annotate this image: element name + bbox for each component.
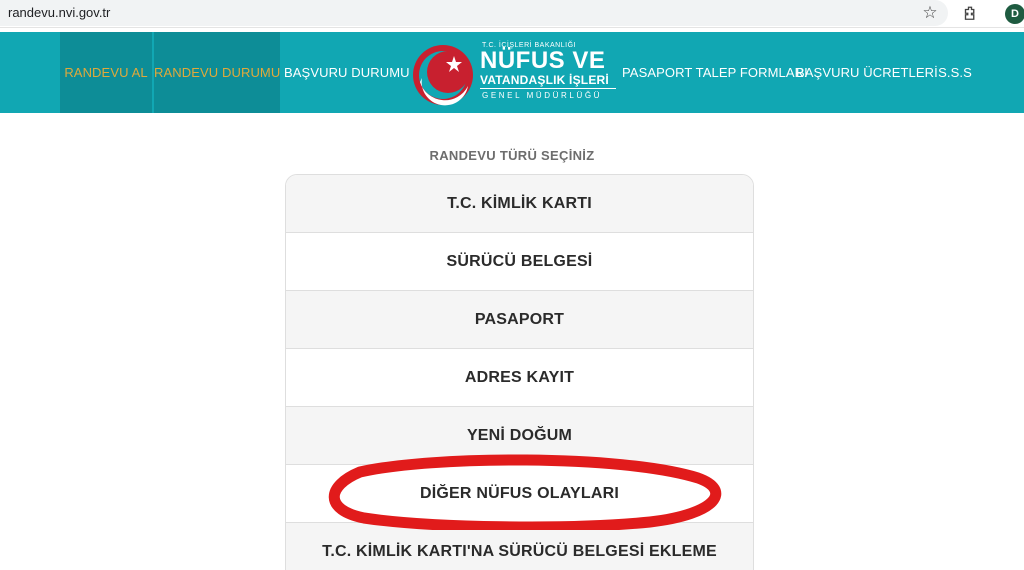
type-pasaport[interactable]: PASAPORT	[286, 291, 753, 349]
nav-basvuru-ucretleri[interactable]: BAŞVURU ÜCRETLERİ	[796, 32, 938, 113]
appointment-type-list: T.C. KİMLİK KARTI SÜRÜCÜ BELGESİ PASAPOR…	[285, 174, 754, 570]
site-header: RANDEVU AL RANDEVU DURUMU BAŞVURU DURUMU…	[0, 32, 1024, 113]
extensions-icon[interactable]	[958, 2, 982, 26]
logo-subtitle: GENEL MÜDÜRLÜĞÜ	[482, 91, 603, 100]
crescent-star-icon	[413, 45, 473, 106]
nav-pasaport-talep-formlari[interactable]: PASAPORT TALEP FORMLARI	[622, 32, 808, 113]
type-diger-nufus-olaylari[interactable]: DİĞER NÜFUS OLAYLARI	[286, 465, 753, 523]
nav-sss[interactable]: S.S.S	[930, 32, 980, 113]
type-kimlik-karti-surucu-belgesi-ekleme[interactable]: T.C. KİMLİK KARTI'NA SÜRÜCÜ BELGESİ EKLE…	[286, 523, 753, 570]
nav-randevu-durumu[interactable]: RANDEVU DURUMU	[154, 32, 280, 113]
logo-name-line2: VATANDAŞLIK İŞLERİ	[480, 73, 609, 87]
nav-basvuru-durumu[interactable]: BAŞVURU DURUMU	[284, 32, 410, 113]
profile-avatar[interactable]: D	[1005, 4, 1024, 24]
type-surucu-belgesi[interactable]: SÜRÜCÜ BELGESİ	[286, 233, 753, 291]
type-kimlik-karti[interactable]: T.C. KİMLİK KARTI	[286, 175, 753, 233]
browser-toolbar: randevu.nvi.gov.tr ☆ D	[0, 0, 1024, 28]
type-adres-kayit[interactable]: ADRES KAYIT	[286, 349, 753, 407]
address-bar[interactable]: randevu.nvi.gov.tr	[0, 0, 948, 26]
logo-name-line1: NÜFUS VE	[480, 47, 606, 74]
nav-randevu-al[interactable]: RANDEVU AL	[60, 32, 152, 113]
url-text[interactable]: randevu.nvi.gov.tr	[8, 5, 110, 20]
logo-divider	[480, 88, 616, 89]
nvi-logo[interactable]: T.C. İÇİŞLERİ BAKANLIĞI NÜFUS VE VATANDA…	[410, 40, 620, 106]
type-yeni-dogum[interactable]: YENİ DOĞUM	[286, 407, 753, 465]
bookmark-star-icon[interactable]: ☆	[918, 1, 942, 25]
section-title: RANDEVU TÜRÜ SEÇİNİZ	[429, 148, 595, 163]
